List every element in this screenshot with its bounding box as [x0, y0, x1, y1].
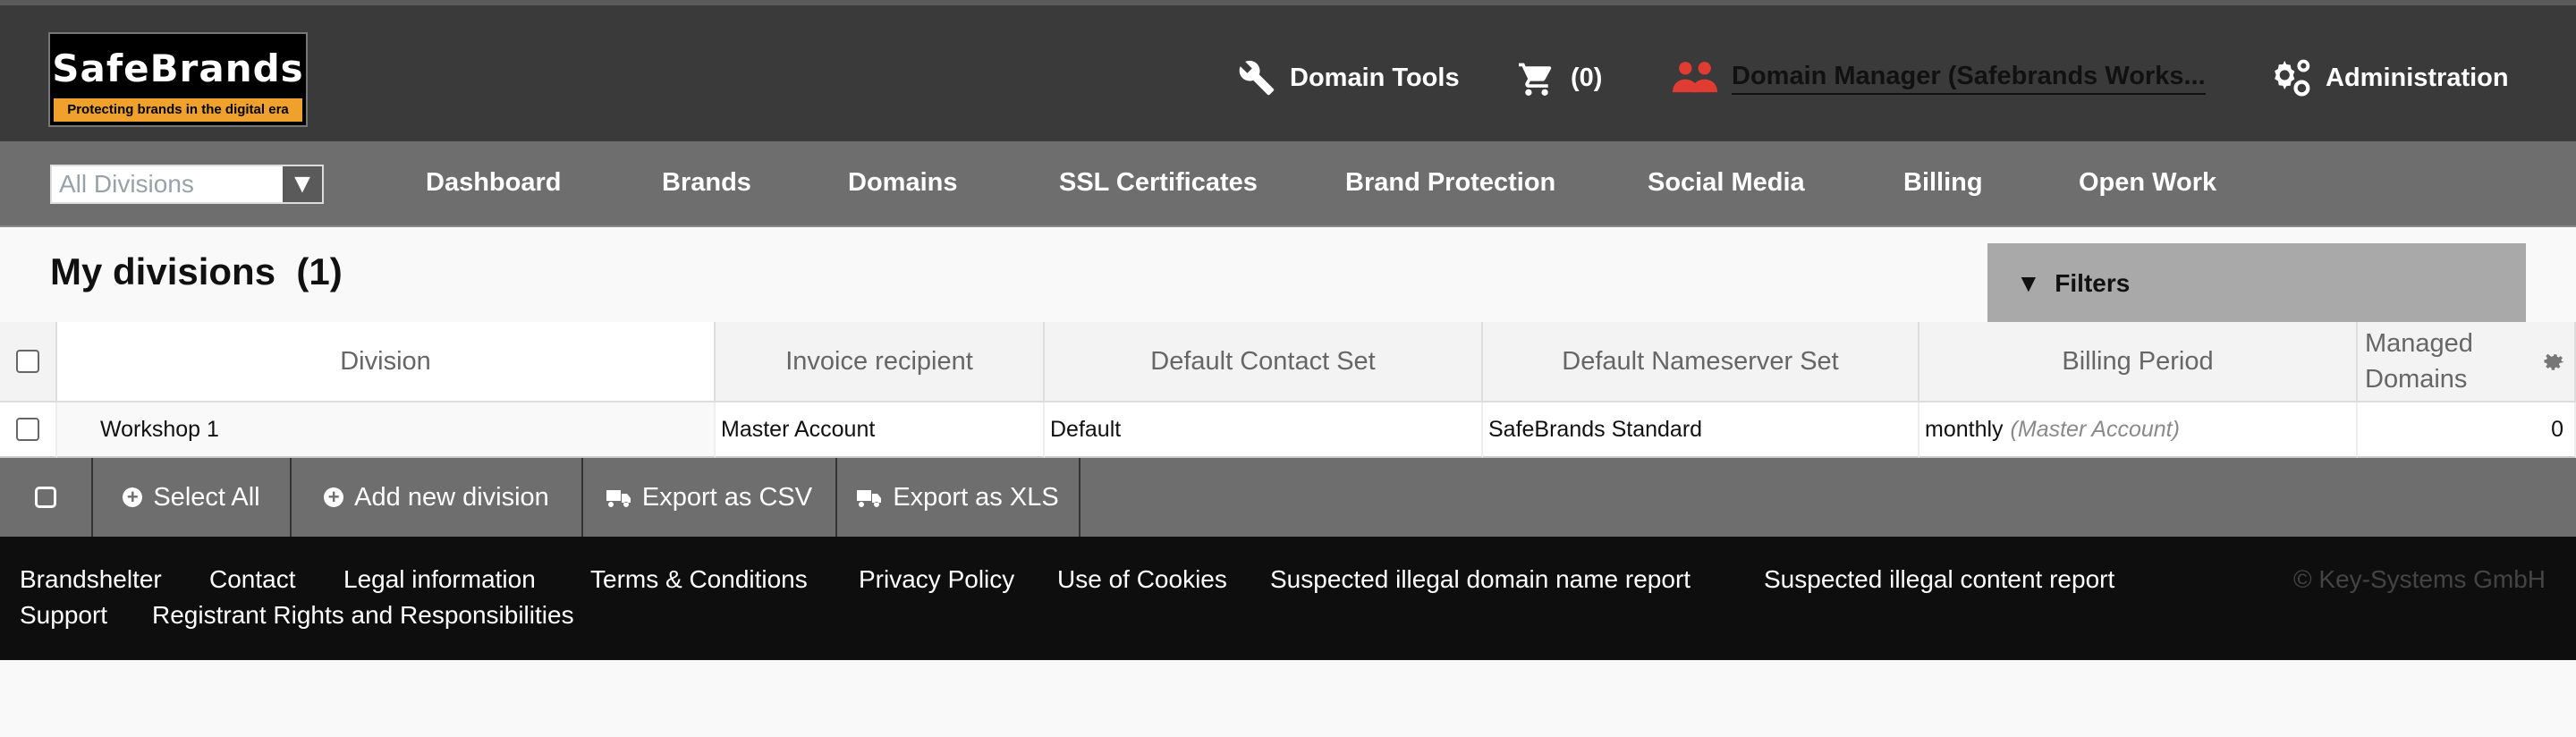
cell-nameserver-set: SafeBrands Standard	[1483, 402, 1919, 458]
triangle-down-icon: ▼	[2016, 269, 2041, 297]
select-all-button[interactable]: + Select All	[93, 458, 292, 537]
cell-contact-set: Default	[1045, 402, 1483, 458]
column-header-managed-domains[interactable]: Managed Domains	[2358, 322, 2576, 402]
safebrands-logo[interactable]: SafeBrands Protecting brands in the digi…	[48, 32, 308, 127]
nav-open-work[interactable]: Open Work	[2079, 168, 2216, 198]
managed-domains-label: Managed Domains	[2365, 329, 2473, 394]
nav-brand-protection[interactable]: Brand Protection	[1345, 168, 1555, 198]
bulk-select-toggle[interactable]	[0, 458, 93, 537]
column-header-invoice-recipient[interactable]: Invoice recipient	[716, 322, 1045, 402]
plus-circle-icon: +	[123, 487, 143, 507]
footer-link-brandshelter[interactable]: Brandshelter	[20, 565, 162, 594]
export-xls-button[interactable]: Export as XLS	[837, 458, 1080, 537]
select-all-checkbox[interactable]	[16, 350, 39, 373]
cell-managed-domains: 0	[2358, 402, 2576, 458]
settings-gear-icon[interactable]	[2540, 347, 2567, 374]
billing-period-note: (Master Account)	[2010, 416, 2180, 442]
export-csv-label: Export as CSV	[641, 482, 813, 512]
nav-dashboard[interactable]: Dashboard	[426, 168, 561, 198]
administration-label: Administration	[2326, 63, 2509, 92]
nav-domains[interactable]: Domains	[848, 168, 957, 198]
nav-ssl-certificates[interactable]: SSL Certificates	[1059, 168, 1258, 198]
cell-billing-period: monthly (Master Account)	[1919, 402, 2358, 458]
domain-manager-label: Domain Manager (Safebrands Works...	[1732, 62, 2206, 95]
top-header: SafeBrands Protecting brands in the digi…	[0, 0, 2576, 141]
billing-period-value: monthly	[1925, 416, 2004, 442]
page-title: My divisions (1)	[50, 250, 343, 293]
column-header-billing-period[interactable]: Billing Period	[1919, 322, 2358, 402]
users-icon	[1673, 62, 1717, 93]
dropdown-arrow-icon[interactable]: ▼	[283, 166, 322, 202]
logo-tagline: Protecting brands in the digital era	[54, 98, 302, 122]
add-division-label: Add new division	[354, 482, 549, 512]
footer-link-registrant-rights[interactable]: Registrant Rights and Responsibilities	[152, 601, 574, 630]
main-nav: All Divisions ▼ Dashboard Brands Domains…	[0, 141, 2576, 227]
row-checkbox[interactable]	[16, 418, 39, 441]
footer-link-privacy[interactable]: Privacy Policy	[859, 565, 1014, 594]
add-division-button[interactable]: + Add new division	[292, 458, 583, 537]
header-select-cell	[0, 322, 57, 402]
domain-manager-menu[interactable]: Domain Manager (Safebrands Works...	[1673, 55, 2206, 100]
truck-icon	[606, 490, 631, 507]
footer-link-support[interactable]: Support	[20, 601, 107, 630]
table-actions: + Select All + Add new division Export a…	[0, 458, 2576, 537]
select-all-label: Select All	[153, 482, 260, 512]
cell-invoice-recipient: Master Account	[716, 402, 1045, 458]
footer-link-legal[interactable]: Legal information	[343, 565, 536, 594]
nav-social-media[interactable]: Social Media	[1648, 168, 1805, 198]
column-header-contact-set[interactable]: Default Contact Set	[1045, 322, 1483, 402]
footer-link-content-report[interactable]: Suspected illegal content report	[1764, 565, 2114, 594]
plus-circle-icon: +	[324, 487, 344, 507]
division-count: (1)	[296, 250, 343, 292]
column-header-division[interactable]: Division	[57, 322, 716, 402]
truck-icon	[857, 490, 882, 507]
bulk-checkbox-icon	[35, 487, 56, 508]
gears-icon	[2275, 59, 2310, 97]
footer-link-domain-report[interactable]: Suspected illegal domain name report	[1270, 565, 1690, 594]
logo-name: SafeBrands	[52, 47, 304, 90]
footer-link-cookies[interactable]: Use of Cookies	[1057, 565, 1227, 594]
export-xls-label: Export as XLS	[893, 482, 1059, 512]
division-select-value: All Divisions	[59, 170, 194, 198]
administration-link[interactable]: Administration	[2268, 55, 2509, 100]
cart-icon	[1519, 63, 1552, 96]
cell-division[interactable]: Workshop 1	[57, 402, 716, 458]
wrench-icon	[1239, 60, 1275, 96]
page-footer: Brandshelter Contact Legal information T…	[0, 537, 2576, 660]
footer-link-terms[interactable]: Terms & Conditions	[590, 565, 808, 594]
filters-toggle[interactable]: ▼ Filters	[1987, 243, 2526, 324]
column-header-nameserver-set[interactable]: Default Nameserver Set	[1483, 322, 1919, 402]
division-select[interactable]: All Divisions ▼	[50, 165, 324, 204]
copyright-text: © Key-Systems GmbH	[2292, 565, 2546, 593]
nav-brands[interactable]: Brands	[662, 168, 751, 198]
filters-label: Filters	[2055, 269, 2131, 297]
row-select-cell	[0, 402, 57, 458]
page-title-text: My divisions	[50, 250, 276, 292]
cart-button[interactable]: (0)	[1517, 55, 1602, 100]
cart-count: (0)	[1571, 63, 1603, 92]
domain-tools-label: Domain Tools	[1290, 63, 1460, 92]
footer-link-contact[interactable]: Contact	[209, 565, 296, 594]
export-csv-button[interactable]: Export as CSV	[583, 458, 837, 537]
nav-billing[interactable]: Billing	[1903, 168, 1983, 198]
domain-tools-link[interactable]: Domain Tools	[1238, 55, 1460, 100]
